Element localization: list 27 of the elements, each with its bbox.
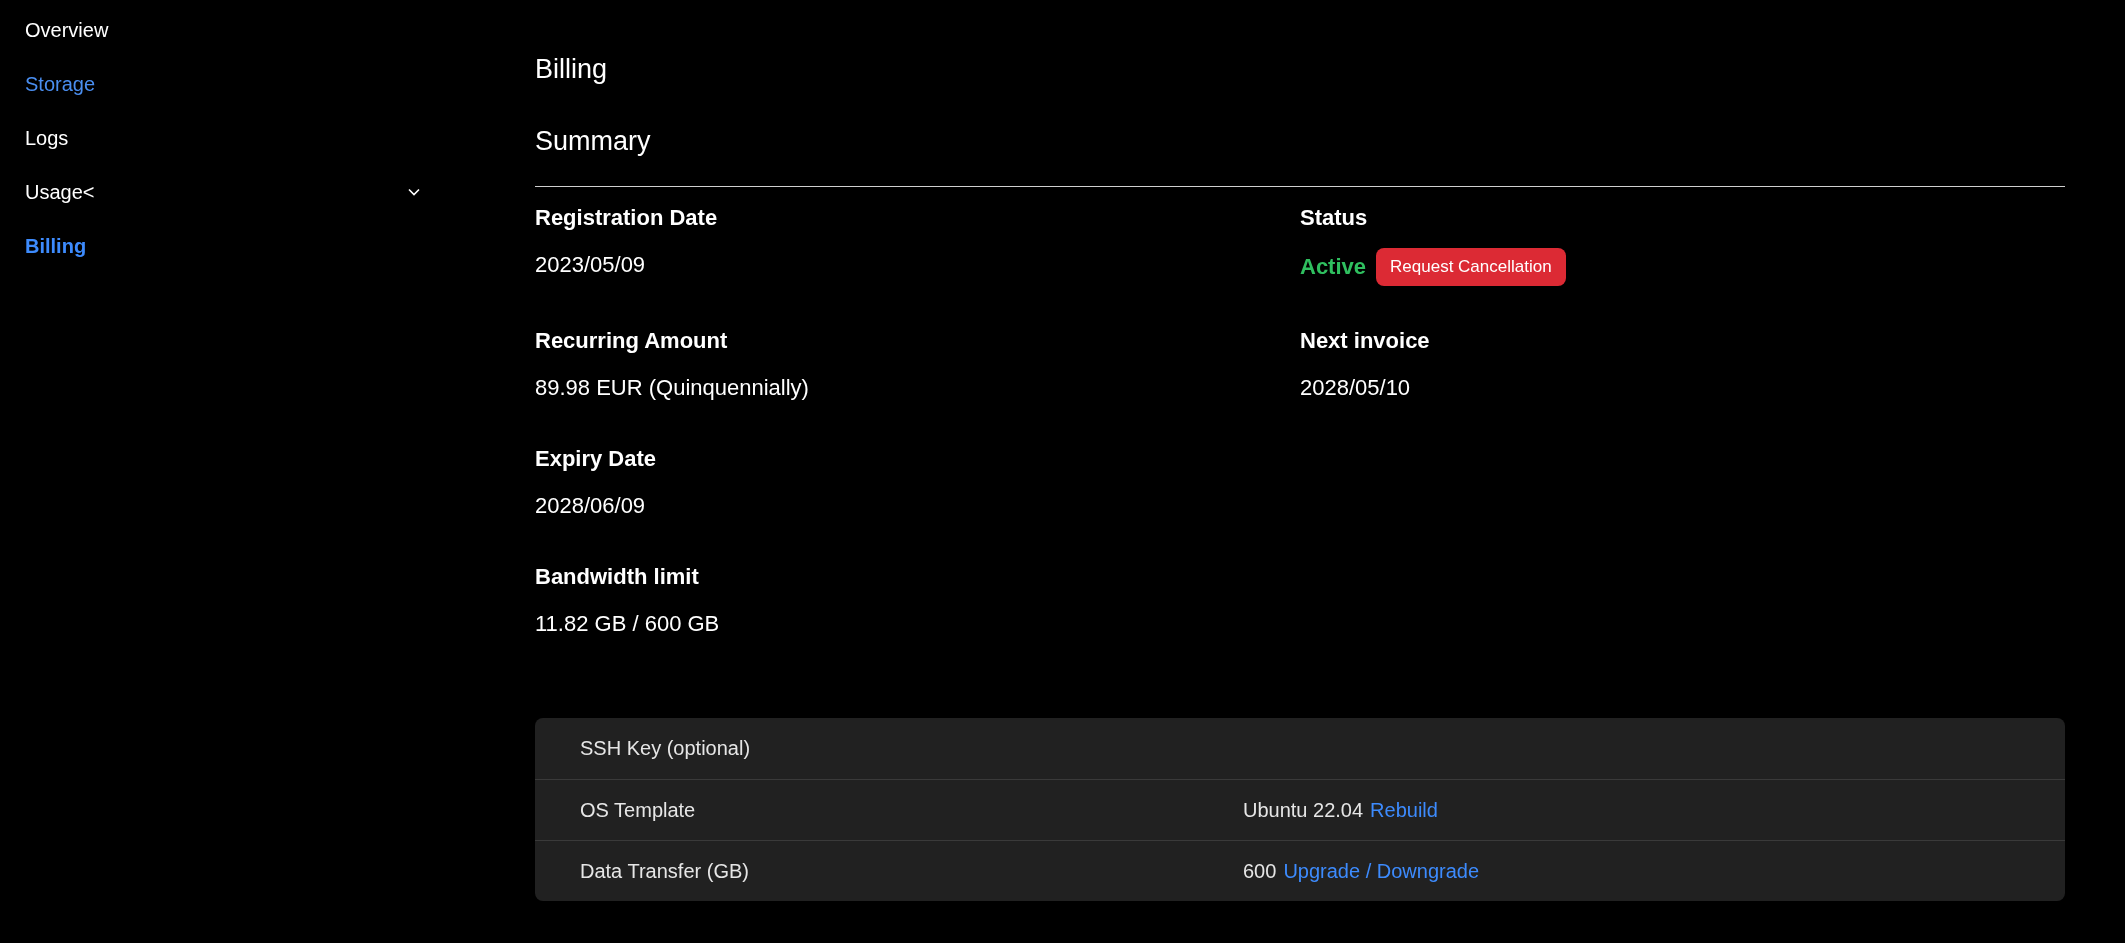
sidebar-item[interactable]: Storage [25, 57, 420, 111]
field-label: Recurring Amount [535, 326, 729, 355]
table-cell-text: 600 [1243, 858, 1277, 884]
sidebar-item[interactable]: Logs [25, 111, 420, 165]
page-title: Billing [535, 53, 609, 86]
table-cell-text: SSH Key (optional) [579, 736, 752, 761]
request-cancellation-button[interactable]: Request Cancellation [1376, 248, 1566, 286]
field-value: 2028/05/10 [1300, 373, 1412, 402]
field-label: Status [1300, 204, 1369, 232]
table-link[interactable]: Upgrade / Downgrade [1283, 855, 1480, 886]
field-label: Expiry Date [535, 444, 658, 473]
table-cell-text: Ubuntu 22.04 [1243, 797, 1364, 823]
table-cell-text: OS Template [579, 797, 697, 823]
field-label: Bandwidth limit [535, 562, 700, 591]
table-link[interactable]: Rebuild [1370, 794, 1438, 825]
field-value: 2023/05/09 [535, 251, 647, 279]
field-value: 11.82 GB / 600 GB [535, 609, 721, 638]
table-cell-text: Data Transfer (GB) [579, 858, 750, 884]
field-value: 89.98 EUR (Quinquennially) [535, 373, 810, 402]
status-text: Active [1300, 253, 1367, 282]
sidebar-item[interactable]: Billing [25, 219, 420, 273]
sidebar-item[interactable]: Usage< [25, 165, 420, 219]
field-value: 2028/06/09 [535, 491, 647, 520]
field-label: Next invoice [1300, 326, 1431, 355]
section-title: Summary [535, 125, 652, 158]
sidebar-item[interactable]: Overview [25, 3, 420, 57]
field-label: Registration Date [535, 204, 719, 232]
